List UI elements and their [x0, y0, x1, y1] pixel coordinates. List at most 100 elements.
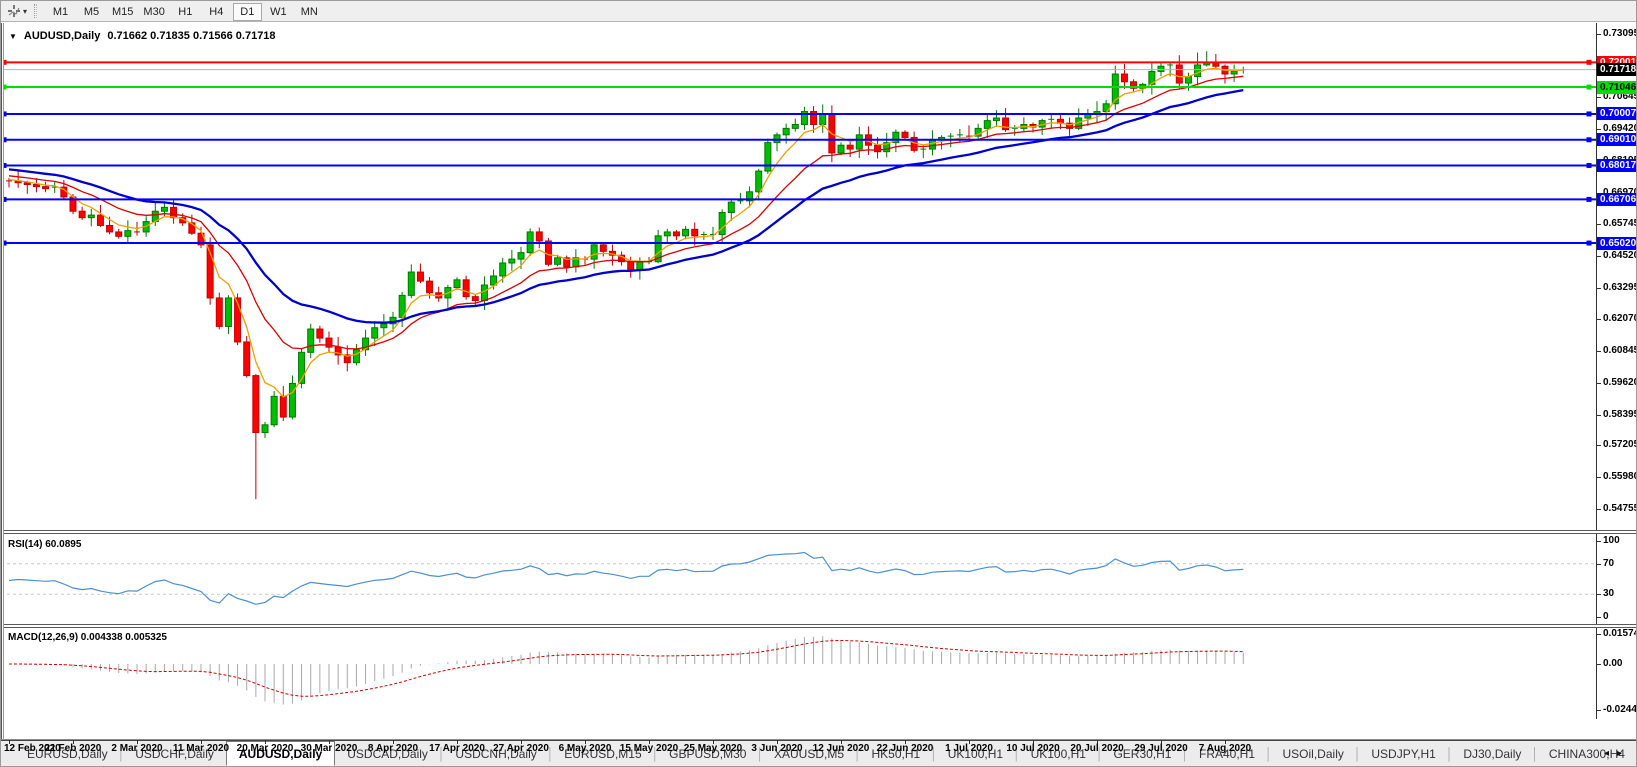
tab-scroll-right-icon[interactable]: ▸ — [1617, 748, 1630, 759]
price-tick — [1596, 288, 1601, 289]
bullish-candle — [1158, 66, 1164, 71]
chart-tab-dj30-daily[interactable]: DJ30,Daily — [1451, 744, 1533, 765]
chart-tab-usdjpy-h1[interactable]: USDJPY,H1 — [1359, 744, 1447, 765]
bullish-candle — [774, 135, 780, 143]
bearish-candle — [33, 185, 39, 187]
chart-window[interactable]: ▼ AUDUSD,Daily 0.71662 0.71835 0.71566 0… — [1, 23, 1637, 739]
timeframe-button-d1[interactable]: D1 — [233, 3, 262, 21]
timeframe-toolbar: ▾ M1M5M15M30H1H4D1W1MN — [1, 1, 1637, 22]
line-handle[interactable] — [1587, 85, 1592, 90]
bullish-candle — [454, 280, 460, 288]
macd-tick-label: 0.015741 — [1603, 628, 1637, 639]
macd-panel[interactable] — [1, 628, 1596, 718]
timeframe-button-h4[interactable]: H4 — [202, 3, 231, 21]
time-tick-label: 1 Jul 2020 — [945, 743, 993, 754]
timeframe-button-w1[interactable]: W1 — [264, 3, 293, 21]
ohlc-values: 0.71662 0.71835 0.71566 0.71718 — [107, 30, 275, 42]
crosshair-icon[interactable] — [5, 3, 23, 19]
bullish-candle — [308, 329, 314, 352]
time-tick-label: 20 Mar 2020 — [237, 743, 294, 754]
timeframe-button-m1[interactable]: M1 — [46, 3, 75, 21]
line-handle[interactable] — [1587, 60, 1592, 65]
macd-tick-label: -0.024411 — [1603, 704, 1637, 715]
price-tick — [1596, 415, 1601, 416]
bullish-candle — [756, 171, 762, 192]
rsi-tick-label: 30 — [1603, 588, 1614, 599]
line-handle[interactable] — [1587, 137, 1592, 142]
bullish-candle — [88, 215, 94, 218]
chevron-down-icon[interactable]: ▾ — [23, 7, 27, 16]
time-tick-label: 11 Mar 2020 — [173, 743, 229, 754]
panel-divider[interactable] — [1, 624, 1637, 628]
line-handle[interactable] — [1587, 241, 1592, 246]
rsi-line — [9, 553, 1243, 605]
macd-signal-line — [9, 641, 1243, 697]
bearish-candle — [902, 132, 908, 137]
window-left-border — [1, 23, 4, 739]
time-tick-label: 15 May 2020 — [620, 743, 678, 754]
rsi-tick — [1596, 541, 1601, 542]
time-tick-label: 29 Jul 2020 — [1134, 743, 1187, 754]
bearish-candle — [692, 229, 698, 235]
time-tick-label: 20 Jul 2020 — [1070, 743, 1123, 754]
chart-tab-usoil-daily[interactable]: USOil,Daily — [1271, 744, 1356, 765]
bullish-candle — [765, 143, 771, 171]
timeframe-button-mn[interactable]: MN — [295, 3, 324, 21]
price-tick-label: 0.54755 — [1603, 503, 1637, 514]
bullish-candle — [372, 328, 378, 338]
bullish-candle — [664, 232, 670, 236]
price-chart[interactable] — [1, 23, 1596, 530]
bearish-candle — [847, 145, 853, 149]
bearish-candle — [1176, 65, 1182, 83]
bid-price-badge: 0.71718 — [1597, 63, 1637, 76]
bullish-candle — [683, 229, 689, 235]
price-tick-label: 0.55980 — [1603, 471, 1637, 482]
tab-scroll-arrows: ◂▸ — [1604, 748, 1630, 759]
rsi-label: RSI(14) 60.0895 — [8, 539, 81, 550]
macd-tick — [1596, 664, 1601, 665]
bullish-candle — [591, 245, 597, 259]
bearish-candle — [600, 245, 606, 251]
bearish-candle — [545, 241, 551, 264]
price-tick — [1596, 351, 1601, 352]
chart-menu-arrow[interactable]: ▼ — [9, 32, 17, 41]
line-handle[interactable] — [1587, 163, 1592, 168]
price-tick-label: 0.62070 — [1603, 313, 1637, 324]
bearish-candle — [43, 187, 49, 189]
bearish-candle — [171, 207, 177, 217]
price-tick-label: 0.59620 — [1603, 377, 1637, 388]
bullish-candle — [1231, 71, 1237, 74]
bearish-candle — [463, 280, 469, 297]
timeframe-button-m5[interactable]: M5 — [77, 3, 106, 21]
timeframe-button-m15[interactable]: M15 — [108, 3, 137, 21]
time-tick-label: 2 Mar 2020 — [111, 743, 162, 754]
bullish-candle — [262, 425, 268, 433]
price-tick-label: 0.57205 — [1603, 439, 1637, 450]
bullish-candle — [381, 324, 387, 328]
bullish-candle — [125, 231, 131, 237]
price-tick — [1596, 509, 1601, 510]
bullish-candle — [728, 202, 734, 212]
bearish-candle — [216, 298, 222, 326]
time-tick-label: 25 May 2020 — [684, 743, 742, 754]
price-tick — [1596, 477, 1601, 478]
line-handle[interactable] — [1587, 111, 1592, 116]
price-tick-label: 0.58395 — [1603, 409, 1637, 420]
time-tick-label: 6 May 2020 — [559, 743, 612, 754]
bearish-candle — [628, 262, 634, 270]
bullish-candle — [719, 213, 725, 235]
bearish-candle — [1121, 74, 1127, 82]
timeframe-button-m30[interactable]: M30 — [139, 3, 168, 21]
tab-scroll-left-icon[interactable]: ◂ — [1604, 748, 1617, 759]
bullish-candle — [509, 259, 515, 263]
rsi-panel[interactable] — [1, 534, 1596, 624]
panel-divider[interactable] — [1, 530, 1637, 534]
line-handle[interactable] — [1587, 197, 1592, 202]
bullish-candle — [555, 258, 561, 264]
time-tick-label: 8 Apr 2020 — [368, 743, 418, 754]
slow-ma-line — [9, 90, 1243, 323]
bearish-candle — [472, 297, 478, 301]
time-tick-label: 17 Apr 2020 — [429, 743, 485, 754]
price-level-badge: 0.69010 — [1597, 133, 1637, 146]
timeframe-button-h1[interactable]: H1 — [171, 3, 200, 21]
